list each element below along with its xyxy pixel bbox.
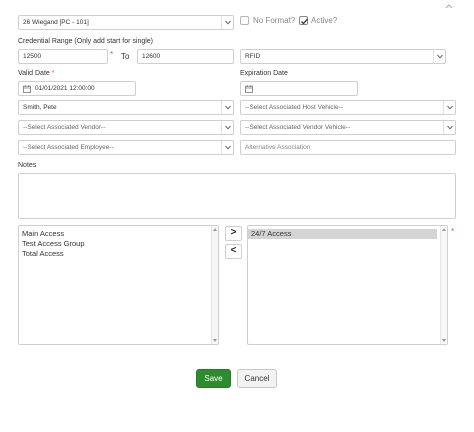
no-format-checkbox[interactable] <box>240 16 249 25</box>
range-to-label: To <box>121 52 130 61</box>
chevron-down-icon <box>443 101 455 114</box>
list-item[interactable]: Main Access <box>19 229 210 239</box>
format-select-value: 26 Wiegand [PC - 101] <box>23 19 89 26</box>
checkmark-icon <box>301 18 308 25</box>
credential-type-value: RFID <box>245 53 261 60</box>
cancel-button[interactable]: Cancel <box>237 369 277 388</box>
calendar-icon[interactable] <box>245 85 253 95</box>
available-access-list[interactable]: Main Access Test Access Group Total Access <box>18 225 219 345</box>
vendor-vehicle-select[interactable]: --Select Associated Vendor Vehicle-- <box>240 120 456 135</box>
expiration-date-input[interactable] <box>240 81 358 96</box>
list-item[interactable]: 24/7 Access <box>248 229 437 239</box>
assigned-required-mark: * <box>451 227 455 236</box>
employee-select-value: --Select Associated Employee-- <box>23 144 114 151</box>
chevron-down-icon <box>221 141 233 154</box>
valid-date-value: 01/01/2021 12:00:00 <box>35 85 95 92</box>
format-select[interactable]: 26 Wiegand [PC - 101] <box>18 15 234 30</box>
alternative-association-placeholder: Alternative Association <box>245 144 311 151</box>
active-checkbox[interactable] <box>299 16 308 25</box>
assigned-access-items: 24/7 Access <box>248 229 437 239</box>
calendar-icon[interactable] <box>23 85 31 95</box>
notes-label: Notes <box>18 162 37 169</box>
vendor-select[interactable]: --Select Associated Vendor-- <box>18 120 234 135</box>
assigned-access-list[interactable]: 24/7 Access <box>247 225 448 345</box>
range-end-value: 12600 <box>142 53 161 60</box>
expiration-date-label: Expiration Date <box>240 70 288 77</box>
valid-date-input[interactable]: 01/01/2021 12:00:00 <box>18 81 136 96</box>
range-start-input[interactable]: 12500 <box>18 49 108 64</box>
assigned-access-scrollbar[interactable] <box>440 226 447 344</box>
chevron-down-icon <box>443 121 455 134</box>
collapse-icon[interactable] <box>445 3 453 9</box>
chevron-down-icon <box>221 121 233 134</box>
save-button[interactable]: Save <box>196 369 231 388</box>
host-vehicle-select[interactable]: --Select Associated Host Vehicle-- <box>240 100 456 115</box>
valid-date-label: Valid Date * <box>18 70 54 77</box>
list-item[interactable]: Total Access <box>19 249 210 259</box>
valid-date-required-mark: * <box>51 70 55 77</box>
active-label: Active? <box>311 16 338 25</box>
available-access-scrollbar[interactable] <box>211 226 218 344</box>
chevron-down-icon <box>221 101 233 114</box>
chevron-down-icon <box>433 50 445 63</box>
list-item[interactable]: Test Access Group <box>19 239 210 249</box>
notes-textarea[interactable] <box>18 173 456 219</box>
range-start-value: 12500 <box>23 53 42 60</box>
move-left-button[interactable]: < <box>225 244 242 259</box>
valid-date-label-text: Valid Date <box>18 70 50 77</box>
person-select[interactable]: Smith, Pete <box>18 100 234 115</box>
vendor-select-value: --Select Associated Vendor-- <box>23 124 106 131</box>
person-select-value: Smith, Pete <box>23 104 57 111</box>
credential-type-select[interactable]: RFID <box>240 49 446 64</box>
no-format-label: No Format? <box>253 16 296 25</box>
employee-select[interactable]: --Select Associated Employee-- <box>18 140 234 155</box>
available-access-items: Main Access Test Access Group Total Access <box>19 229 210 259</box>
range-required-mark: * <box>110 50 114 59</box>
range-end-input[interactable]: 12600 <box>137 49 234 64</box>
vendor-vehicle-select-value: --Select Associated Vendor Vehicle-- <box>245 124 351 131</box>
host-vehicle-select-value: --Select Associated Host Vehicle-- <box>245 104 343 111</box>
move-right-button[interactable]: > <box>225 226 242 241</box>
credential-range-label: Credential Range (Only add start for sin… <box>18 38 154 45</box>
chevron-down-icon <box>221 16 233 29</box>
alternative-association-input[interactable]: Alternative Association <box>240 140 456 155</box>
